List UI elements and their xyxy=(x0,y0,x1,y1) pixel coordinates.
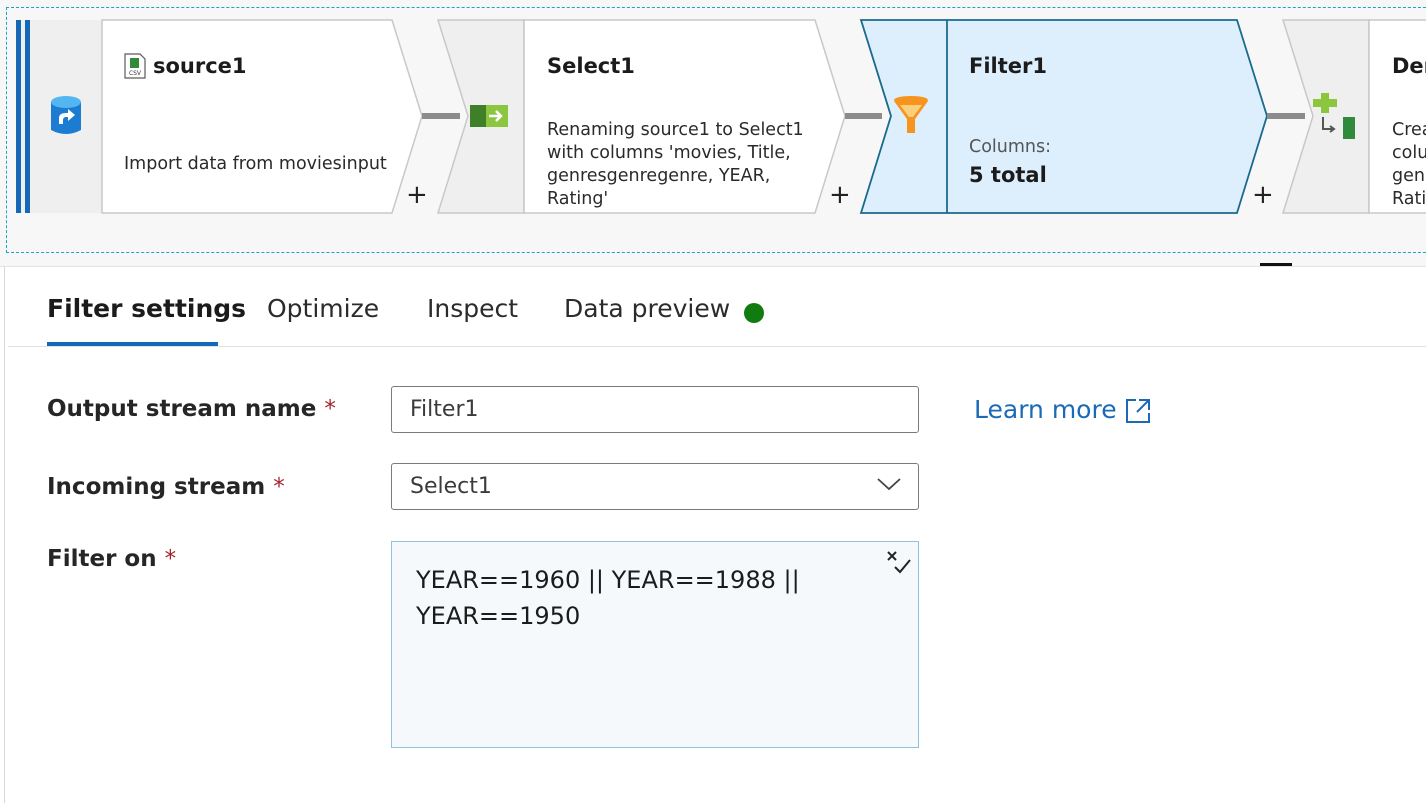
expression-validate-icon[interactable] xyxy=(885,549,913,575)
incoming-stream-label-text: Incoming stream xyxy=(47,474,266,500)
learn-more-link[interactable]: Learn more xyxy=(974,395,1117,424)
node-derived-title[interactable]: Der xyxy=(1392,54,1426,78)
filter-on-label: Filter on * xyxy=(47,546,176,572)
node-filter1-title[interactable]: Filter1 xyxy=(969,54,1047,78)
funnel-filter-icon xyxy=(894,96,928,133)
add-after-source1-button[interactable]: + xyxy=(406,182,428,208)
active-tab-indicator xyxy=(47,342,218,346)
node-select1-description: Renaming source1 to Select1 with columns… xyxy=(547,119,817,211)
tab-optimize[interactable]: Optimize xyxy=(267,294,379,323)
incoming-stream-value: Select1 xyxy=(410,474,492,499)
data-preview-status-dot xyxy=(744,303,764,323)
database-source-icon xyxy=(51,96,81,134)
tab-inspect[interactable]: Inspect xyxy=(427,294,518,323)
desc-line: Rating' xyxy=(547,189,609,209)
pane-resize-handle[interactable] xyxy=(1260,263,1292,266)
incoming-stream-select[interactable]: Select1 xyxy=(391,463,919,510)
tab-filter-settings[interactable]: Filter settings xyxy=(47,294,246,323)
required-marker: * xyxy=(273,474,285,500)
desc-line: Renaming source1 to Select1 xyxy=(547,120,804,140)
desc-line: gen xyxy=(1392,166,1425,186)
svg-text:CSV: CSV xyxy=(129,70,142,77)
settings-tab-bar: Filter settings Optimize Inspect Data pr… xyxy=(8,270,1426,347)
expression-line: YEAR==1950 xyxy=(416,602,581,630)
desc-line: with columns 'movies, Title, xyxy=(547,143,791,163)
node-derived-description: Crea colu gen Rati xyxy=(1392,119,1426,211)
derived-column-icon xyxy=(1313,93,1355,139)
external-link-icon[interactable] xyxy=(1124,397,1152,425)
expression-line: YEAR==1960 || YEAR==1988 || xyxy=(416,566,800,594)
node-filter1-columns-label: Columns: xyxy=(969,137,1052,157)
filter-on-label-text: Filter on xyxy=(47,546,157,572)
node-source1-title[interactable]: source1 xyxy=(153,54,247,78)
incoming-stream-label: Incoming stream * xyxy=(47,474,285,500)
pipeline-canvas[interactable]: CSV source1 Import data from moviesinput… xyxy=(0,0,1426,267)
required-marker: * xyxy=(324,396,336,422)
filter-expression-editor[interactable]: YEAR==1960 || YEAR==1988 || YEAR==1950 xyxy=(391,541,919,748)
tab-data-preview[interactable]: Data preview xyxy=(564,294,730,323)
panel-left-border xyxy=(4,266,5,803)
node-filter1-columns-value: 5 total xyxy=(969,163,1047,187)
select-transform-icon xyxy=(470,105,508,127)
desc-line: colu xyxy=(1392,143,1426,163)
node-select1-title[interactable]: Select1 xyxy=(547,54,635,78)
output-stream-name-input[interactable]: Filter1 xyxy=(391,386,919,433)
chevron-down-icon[interactable] xyxy=(876,476,902,492)
add-after-filter1-button[interactable]: + xyxy=(1252,182,1274,208)
output-stream-label-text: Output stream name xyxy=(47,396,317,422)
csv-file-icon: CSV xyxy=(124,53,146,79)
add-after-select1-button[interactable]: + xyxy=(829,182,851,208)
node-source1-description: Import data from moviesinput xyxy=(124,154,387,174)
desc-line: Rati xyxy=(1392,189,1426,209)
desc-line: Crea xyxy=(1392,120,1426,140)
required-marker: * xyxy=(164,546,177,572)
desc-line: genresgenregenre, YEAR, xyxy=(547,166,771,186)
filter-expression-text[interactable]: YEAR==1960 || YEAR==1988 || YEAR==1950 xyxy=(416,562,856,634)
output-stream-label: Output stream name * xyxy=(47,396,336,422)
